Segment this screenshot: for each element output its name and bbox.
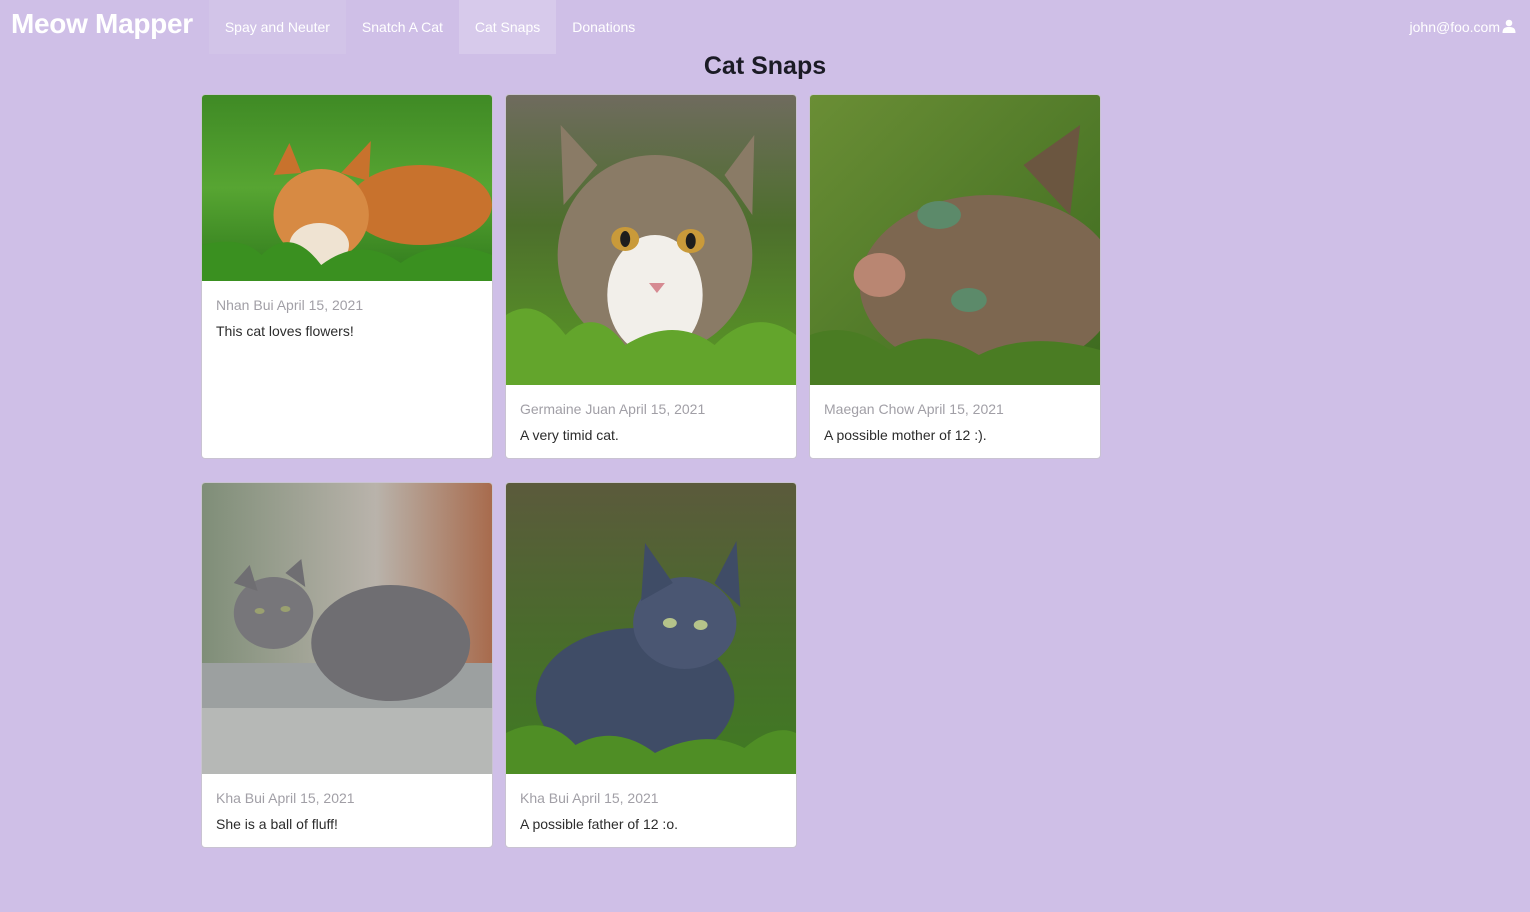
snap-author: Kha Bui bbox=[216, 790, 266, 806]
brand-logo[interactable]: Meow Mapper bbox=[0, 0, 209, 54]
snap-meta: Maegan Chow April 15, 2021 bbox=[824, 401, 1004, 417]
snap-card[interactable]: Nhan Bui April 15, 2021 This cat loves f… bbox=[201, 94, 493, 459]
user-icon bbox=[1500, 19, 1516, 36]
snap-date: April 15, 2021 bbox=[268, 790, 355, 806]
snap-date: April 15, 2021 bbox=[276, 297, 364, 313]
snap-caption: This cat loves flowers! bbox=[216, 323, 354, 339]
snap-caption: She is a ball of fluff! bbox=[216, 816, 338, 832]
page-title: Cat Snaps bbox=[703, 52, 827, 80]
snap-card[interactable]: Germaine Juan April 15, 2021 A very timi… bbox=[505, 94, 797, 459]
nav-cat-snaps[interactable]: Cat Snaps bbox=[458, 0, 557, 54]
snap-date: April 15, 2021 bbox=[572, 790, 659, 806]
nav-snatch-a-cat[interactable]: Snatch A Cat bbox=[346, 0, 459, 54]
cat-photo[interactable] bbox=[506, 95, 796, 385]
snap-author: Maegan Chow bbox=[824, 401, 915, 417]
snap-meta: Kha Bui April 15, 2021 bbox=[520, 790, 659, 806]
snap-meta: Kha Bui April 15, 2021 bbox=[216, 790, 355, 806]
snap-date: April 15, 2021 bbox=[618, 401, 706, 417]
snap-caption: A possible father of 12 :o. bbox=[520, 816, 678, 832]
nav-spay-and-neuter[interactable]: Spay and Neuter bbox=[208, 0, 346, 54]
snap-card[interactable]: Kha Bui April 15, 2021 She is a ball of … bbox=[201, 482, 493, 848]
snap-author: Germaine Juan bbox=[520, 401, 616, 417]
navbar: Meow Mapper Spay and Neuter Snatch A Cat… bbox=[0, 0, 1530, 54]
snap-meta: Nhan Bui April 15, 2021 bbox=[216, 297, 363, 313]
snap-author: Kha Bui bbox=[520, 790, 570, 806]
snap-author: Nhan Bui bbox=[216, 297, 274, 313]
user-menu[interactable]: john@foo.com bbox=[1410, 0, 1530, 54]
cat-photo[interactable] bbox=[202, 95, 492, 281]
snap-date: April 15, 2021 bbox=[917, 401, 1004, 417]
snap-card[interactable]: Maegan Chow April 15, 2021 A possible mo… bbox=[809, 94, 1101, 459]
snap-caption: A possible mother of 12 :). bbox=[824, 427, 987, 443]
user-email: john@foo.com bbox=[1409, 19, 1500, 35]
snap-card[interactable]: Kha Bui April 15, 2021 A possible father… bbox=[505, 482, 797, 848]
nav-donations[interactable]: Donations bbox=[556, 0, 651, 54]
cat-photo[interactable] bbox=[506, 483, 796, 774]
snap-caption: A very timid cat. bbox=[520, 427, 619, 443]
cat-photo[interactable] bbox=[202, 483, 492, 774]
snap-meta: Germaine Juan April 15, 2021 bbox=[520, 401, 705, 417]
cat-photo[interactable] bbox=[810, 95, 1100, 385]
